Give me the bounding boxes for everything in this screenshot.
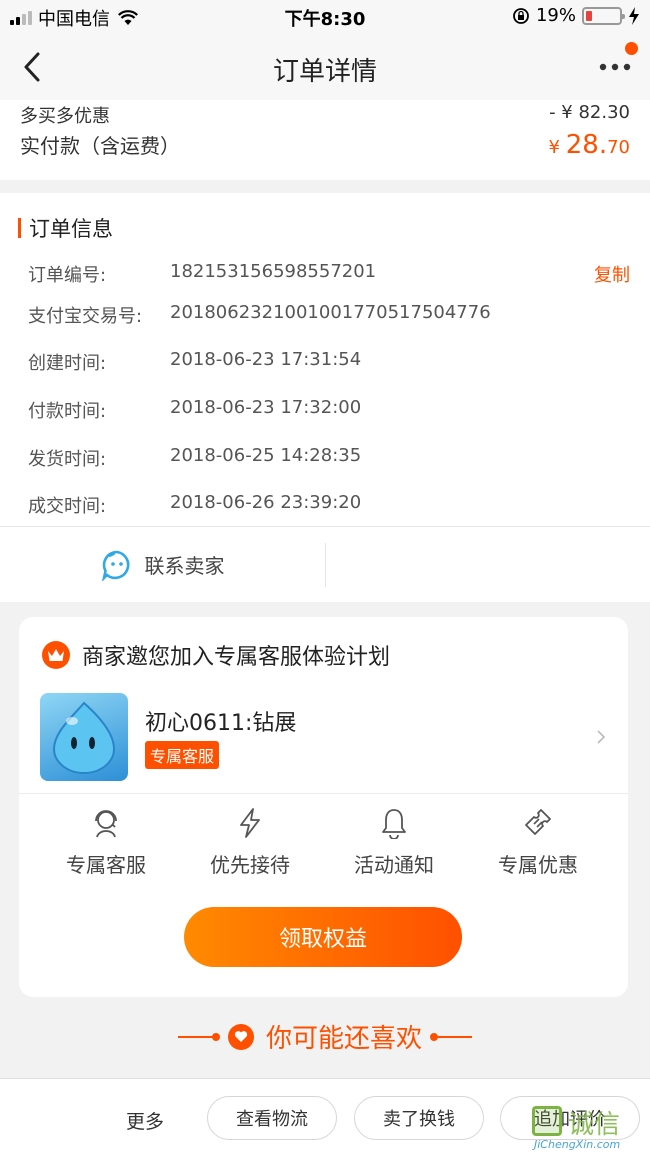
discount-row: 多买多优惠 - ¥ 82.30 <box>20 102 630 128</box>
divider <box>19 793 628 794</box>
resell-button[interactable]: 卖了换钱 <box>354 1096 484 1140</box>
info-value: 2018-06-23 17:31:54 <box>170 349 362 370</box>
info-label: 支付宝交易号: <box>28 306 143 327</box>
perk-activity-notice[interactable]: 活动通知 <box>319 807 469 878</box>
order-number-row: 订单编号: 182153156598557201 复制 <box>28 261 630 287</box>
perk-label: 活动通知 <box>354 853 434 877</box>
recommend-header: 你可能还喜欢 <box>0 1018 650 1055</box>
status-right: 19% <box>512 5 640 26</box>
right-ornament <box>430 1032 472 1041</box>
alipay-trade-row: 支付宝交易号: 2018062321001001770517504776 <box>28 302 630 328</box>
chat-bubble-icon <box>101 550 129 581</box>
recommend-label: 你可能还喜欢 <box>265 1024 422 1054</box>
heading-accent-bar <box>18 218 21 238</box>
charging-icon <box>629 6 639 25</box>
info-value: 182153156598557201 <box>170 261 377 282</box>
perk-priority[interactable]: 优先接待 <box>175 807 325 878</box>
battery-percent: 19% <box>535 5 576 26</box>
discount-label: 多买多优惠 <box>20 106 110 127</box>
watermark-en: JiChengXin.com <box>534 1138 621 1151</box>
order-info-heading: 订单信息 <box>18 213 113 243</box>
bell-icon <box>382 809 406 839</box>
service-badge: 专属客服 <box>145 741 220 769</box>
info-label: 订单编号: <box>28 265 107 286</box>
paid-time-row: 付款时间: 2018-06-23 17:32:00 <box>28 397 630 423</box>
completed-time-row: 成交时间: 2018-06-26 23:39:20 <box>28 492 630 518</box>
recommend-inner: 你可能还喜欢 <box>177 1018 472 1055</box>
shipped-time-row: 发货时间: 2018-06-25 14:28:35 <box>28 445 630 471</box>
watermark-cn: 诚信 <box>568 1110 621 1140</box>
perk-label: 专属客服 <box>66 853 146 877</box>
shop-name: 初心0611:钻展 <box>145 711 297 736</box>
contact-seller-button[interactable]: 联系卖家 <box>0 527 325 602</box>
created-time-row: 创建时间: 2018-06-23 17:31:54 <box>28 349 630 375</box>
battery-fill <box>586 10 593 21</box>
shop-avatar[interactable] <box>40 693 128 781</box>
status-bar: 中国电信 下午8:30 19% <box>0 0 650 34</box>
notification-dot <box>625 42 638 55</box>
info-value: 2018-06-25 14:28:35 <box>170 445 362 466</box>
ticket-icon <box>525 809 551 835</box>
paid-amount: ¥ 28.70 <box>549 130 630 160</box>
price-summary: 多买多优惠 - ¥ 82.30 实付款（含运费） ¥ 28.70 <box>0 100 650 180</box>
perk-label: 优先接待 <box>210 853 290 877</box>
invite-title-row: 商家邀您加入专属客服体验计划 <box>42 639 390 671</box>
perk-exclusive-service[interactable]: 专属客服 <box>31 807 181 878</box>
left-ornament <box>177 1032 220 1041</box>
invite-title: 商家邀您加入专属客服体验计划 <box>82 645 391 670</box>
battery-icon <box>582 6 625 25</box>
info-label: 创建时间: <box>28 353 107 374</box>
more-menu-icon[interactable] <box>598 62 632 72</box>
lightning-icon <box>240 808 260 838</box>
rotation-lock-icon <box>513 7 529 24</box>
crown-icon <box>42 641 70 669</box>
page-title: 订单详情 <box>272 57 377 87</box>
more-actions-link[interactable]: 更多 <box>126 1107 164 1134</box>
contact-seller-label: 联系卖家 <box>144 554 225 578</box>
paid-currency: ¥ <box>548 137 566 158</box>
order-info-card: 订单信息 订单编号: 182153156598557201 复制 支付宝交易号:… <box>0 193 650 602</box>
view-logistics-button[interactable]: 查看物流 <box>207 1096 337 1140</box>
heart-icon <box>227 1023 254 1050</box>
contact-separator <box>325 543 326 587</box>
info-value: 2018062321001001770517504776 <box>170 302 491 323</box>
perk-label: 专属优惠 <box>498 853 578 877</box>
info-value: 2018-06-26 23:39:20 <box>170 492 362 513</box>
info-value: 2018-06-23 17:32:00 <box>170 397 362 418</box>
service-invite-card: 商家邀您加入专属客服体验计划 初心0611:钻展 专属客服 专属客服 优先接待 <box>19 617 628 997</box>
info-label: 发货时间: <box>28 449 107 470</box>
headset-icon <box>95 810 117 838</box>
chevron-right-icon[interactable] <box>596 729 606 745</box>
site-watermark: 诚信 JiChengXin.com <box>526 1100 646 1155</box>
paid-decimal: 70 <box>607 137 630 158</box>
info-label: 成交时间: <box>28 496 107 517</box>
claim-benefits-button[interactable]: 领取权益 <box>184 907 462 967</box>
watermark-logo-icon <box>532 1106 562 1136</box>
discount-value: - ¥ 82.30 <box>549 102 630 123</box>
paid-row: 实付款（含运费） ¥ 28.70 <box>20 130 630 160</box>
mascot-icon <box>52 701 116 774</box>
nav-bar: 订单详情 <box>0 34 650 100</box>
perk-exclusive-discount[interactable]: 专属优惠 <box>463 807 613 878</box>
copy-button[interactable]: 复制 <box>594 261 630 287</box>
paid-label: 实付款（含运费） <box>20 134 180 158</box>
order-info-title: 订单信息 <box>29 217 113 241</box>
info-label: 付款时间: <box>28 401 107 422</box>
paid-integer: 28. <box>565 130 608 160</box>
